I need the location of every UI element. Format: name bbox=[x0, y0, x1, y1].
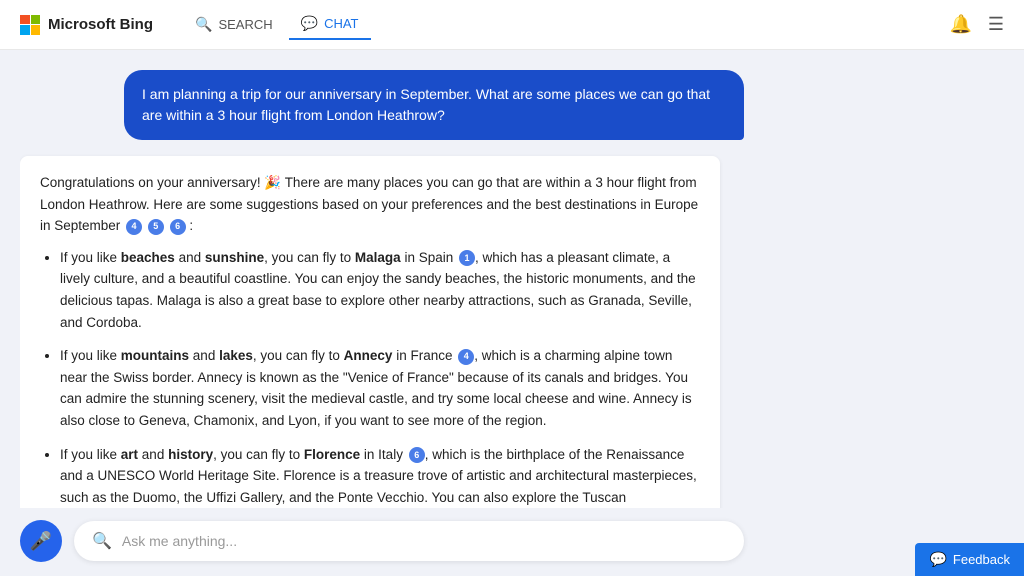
cite-5[interactable]: 5 bbox=[148, 219, 164, 235]
li2-bold2: lakes bbox=[219, 348, 253, 363]
input-area: 🎤 🔍 bbox=[20, 508, 744, 576]
mic-icon: 🎤 bbox=[30, 531, 52, 552]
chat-input[interactable] bbox=[122, 533, 726, 549]
cite-4[interactable]: 4 bbox=[126, 219, 142, 235]
nav-search[interactable]: 🔍 SEARCH bbox=[183, 10, 285, 39]
cite-6[interactable]: 6 bbox=[170, 219, 186, 235]
menu-button[interactable]: ☰ bbox=[988, 14, 1004, 35]
li1-bold1: beaches bbox=[121, 250, 175, 265]
nav-search-label: SEARCH bbox=[218, 17, 272, 32]
list-item: If you like beaches and sunshine, you ca… bbox=[60, 247, 700, 333]
messages-container: I am planning a trip for our anniversary… bbox=[20, 70, 744, 508]
cite-4b[interactable]: 4 bbox=[458, 349, 474, 365]
nav-items: 🔍 SEARCH 💬 CHAT bbox=[183, 9, 371, 40]
logo-q4 bbox=[31, 25, 41, 35]
li1-bold3: Malaga bbox=[355, 250, 401, 265]
logo-q3 bbox=[20, 25, 30, 35]
li3-bold3: Florence bbox=[304, 447, 360, 462]
nav-chat[interactable]: 💬 CHAT bbox=[289, 9, 371, 40]
logo-q2 bbox=[31, 15, 41, 25]
hamburger-icon: ☰ bbox=[988, 14, 1004, 35]
bot-response: Congratulations on your anniversary! 🎉 T… bbox=[20, 156, 720, 508]
cite-1[interactable]: 1 bbox=[459, 250, 475, 266]
li1-bold2: sunshine bbox=[205, 250, 264, 265]
nav-chat-label: CHAT bbox=[324, 16, 358, 31]
brand-name: Microsoft Bing bbox=[48, 16, 153, 33]
search-nav-icon: 🔍 bbox=[195, 16, 212, 33]
logo-q1 bbox=[20, 15, 30, 25]
bot-list: If you like beaches and sunshine, you ca… bbox=[40, 247, 700, 508]
feedback-label: Feedback bbox=[953, 552, 1010, 567]
bell-icon: 🔔 bbox=[949, 14, 971, 35]
li2-bold3: Annecy bbox=[344, 348, 393, 363]
mic-button[interactable]: 🎤 bbox=[20, 520, 62, 562]
li3-bold2: history bbox=[168, 447, 213, 462]
logo-area: Microsoft Bing bbox=[20, 15, 153, 35]
right-panel bbox=[764, 50, 1024, 576]
colon: : bbox=[186, 218, 194, 233]
li2-text: If you like mountains and lakes, you can… bbox=[60, 348, 456, 363]
notifications-button[interactable]: 🔔 bbox=[949, 14, 971, 35]
list-item: If you like mountains and lakes, you can… bbox=[60, 345, 700, 431]
search-input-container: 🔍 bbox=[74, 521, 744, 561]
li3-bold1: art bbox=[121, 447, 138, 462]
bot-intro: Congratulations on your anniversary! 🎉 T… bbox=[40, 172, 700, 237]
header-right: 🔔 ☰ bbox=[949, 14, 1004, 35]
feedback-icon: 💬 bbox=[929, 551, 946, 568]
cite-6b[interactable]: 6 bbox=[409, 447, 425, 463]
microsoft-logo bbox=[20, 15, 40, 35]
main: I am planning a trip for our anniversary… bbox=[0, 50, 1024, 576]
user-message-text: I am planning a trip for our anniversary… bbox=[142, 86, 710, 123]
list-item: If you like art and history, you can fly… bbox=[60, 444, 700, 508]
user-message: I am planning a trip for our anniversary… bbox=[124, 70, 744, 140]
chat-nav-icon: 💬 bbox=[301, 15, 318, 32]
header: Microsoft Bing 🔍 SEARCH 💬 CHAT 🔔 ☰ bbox=[0, 0, 1024, 50]
li1-text: If you like beaches and sunshine, you ca… bbox=[60, 250, 457, 265]
chat-area: I am planning a trip for our anniversary… bbox=[0, 50, 764, 576]
li2-bold1: mountains bbox=[121, 348, 189, 363]
li3-text: If you like art and history, you can fly… bbox=[60, 447, 407, 462]
feedback-button[interactable]: 💬 Feedback bbox=[915, 543, 1024, 576]
input-search-icon: 🔍 bbox=[92, 531, 112, 551]
